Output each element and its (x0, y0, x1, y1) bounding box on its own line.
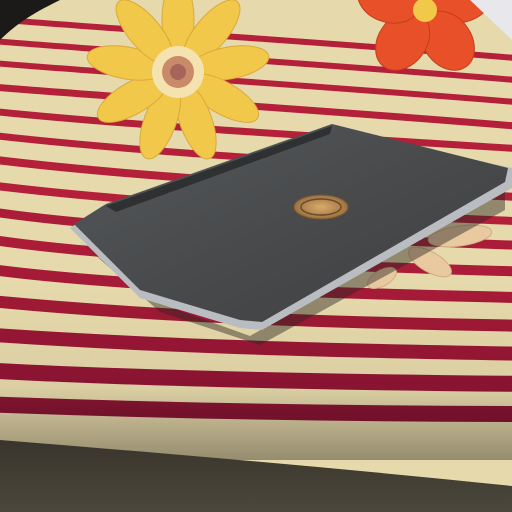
photo-svg (0, 0, 512, 512)
dell-logo-icon (293, 194, 349, 220)
photo-scene (0, 0, 512, 512)
